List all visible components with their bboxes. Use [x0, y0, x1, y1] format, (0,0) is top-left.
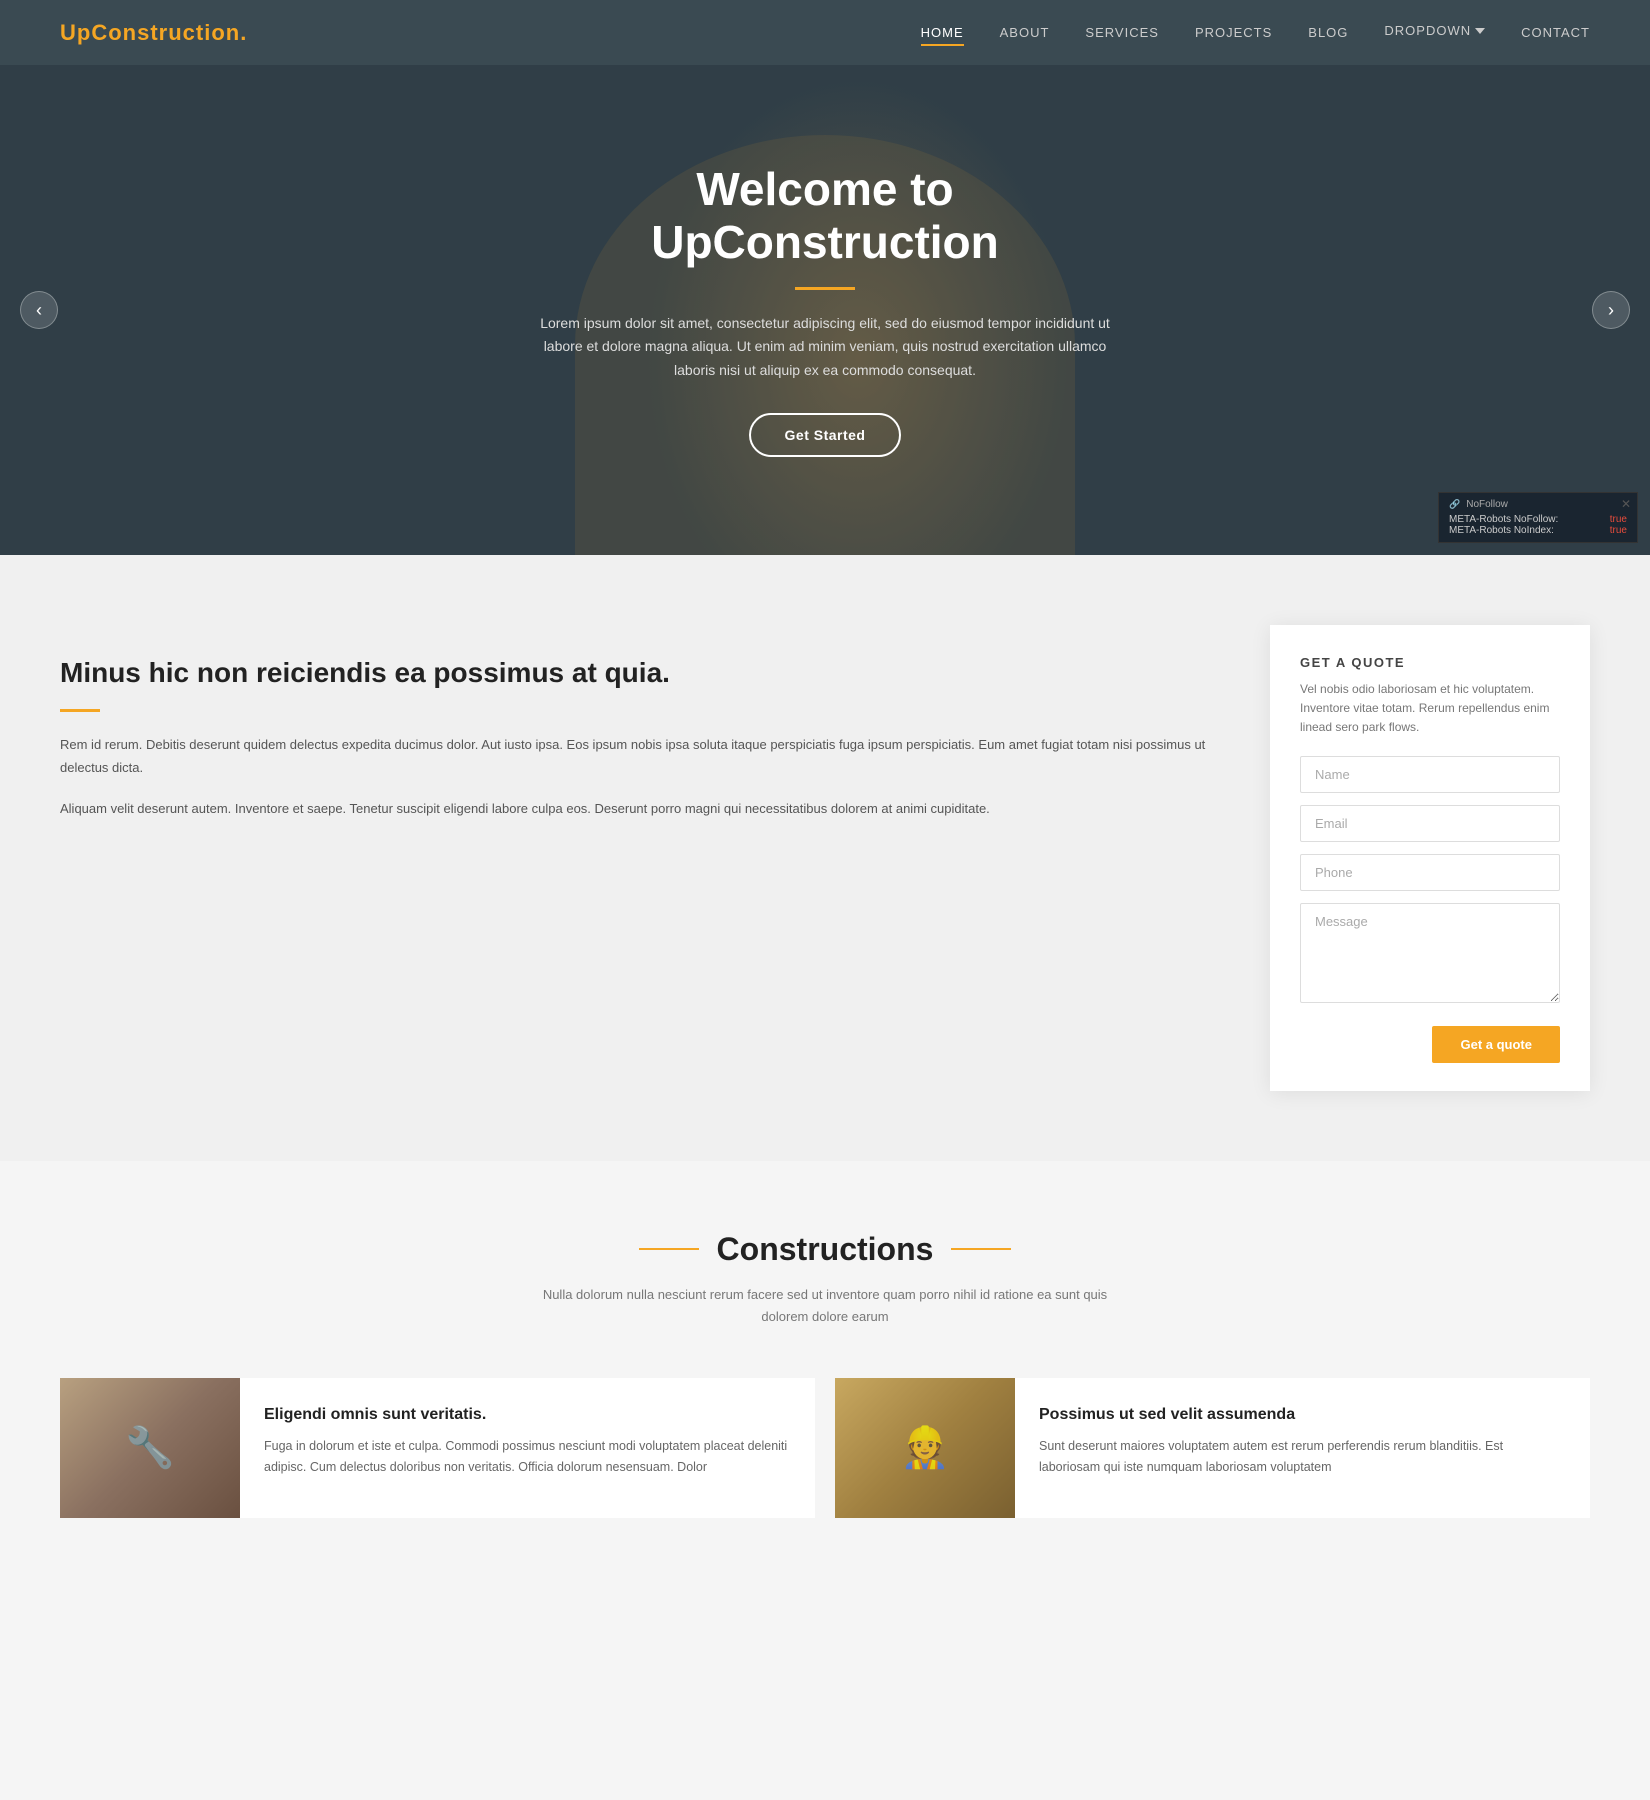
nav-item-home[interactable]: HOME: [921, 24, 964, 42]
navbar: UpConstruction. HOME ABOUT SERVICES PROJ…: [0, 0, 1650, 65]
left-divider: [60, 709, 100, 712]
nav-link-contact[interactable]: CONTACT: [1521, 25, 1590, 44]
nav-link-blog[interactable]: BLOG: [1308, 25, 1348, 44]
left-para1: Rem id rerum. Debitis deserunt quidem de…: [60, 734, 1210, 780]
left-para2: Aliquam velit deserunt autem. Inventore …: [60, 798, 1210, 821]
logo-dot: .: [240, 20, 247, 45]
nav-item-about[interactable]: ABOUT: [1000, 24, 1050, 42]
nav-link-projects[interactable]: PROJECTS: [1195, 25, 1272, 44]
card2-title: Possimus ut sed velit assumenda: [1039, 1406, 1566, 1424]
quote-phone-input[interactable]: [1300, 854, 1560, 891]
card1-title: Eligendi omnis sunt veritatis.: [264, 1406, 791, 1424]
hero-prev-button[interactable]: ‹: [20, 291, 58, 329]
hero-content: Welcome to UpConstruction Lorem ipsum do…: [505, 163, 1145, 457]
quote-description: Vel nobis odio laboriosam et hic volupta…: [1300, 680, 1560, 738]
hero-body: Lorem ipsum dolor sit amet, consectetur …: [525, 312, 1125, 383]
hero-next-button[interactable]: ›: [1592, 291, 1630, 329]
card2-body: Sunt deserunt maiores voluptatem autem e…: [1039, 1436, 1566, 1479]
meta-badge: 🔗 NoFollow ✕ META-Robots NoFollow: true …: [1438, 492, 1638, 543]
hero-title: Welcome to UpConstruction: [525, 163, 1125, 269]
constructions-heading: Constructions: [717, 1231, 934, 1268]
card1-body: Fuga in dolorum et iste et culpa. Commod…: [264, 1436, 791, 1479]
quote-section: GET A QUOTE Vel nobis odio laboriosam et…: [1270, 625, 1590, 1091]
left-heading: Minus hic non reiciendis ea possimus at …: [60, 655, 1210, 691]
meta-row-noindex: META-Robots NoIndex: true: [1449, 525, 1627, 536]
constructions-header: Constructions: [60, 1231, 1590, 1268]
meta-row-nofollow: META-Robots NoFollow: true: [1449, 514, 1627, 525]
construction-card-2: Possimus ut sed velit assumenda Sunt des…: [835, 1378, 1590, 1518]
construction-card-1: Eligendi omnis sunt veritatis. Fuga in d…: [60, 1378, 815, 1518]
quote-heading: GET A QUOTE: [1300, 655, 1560, 670]
quote-submit-button[interactable]: Get a quote: [1432, 1026, 1560, 1063]
nav-item-services[interactable]: SERVICES: [1085, 24, 1159, 42]
quote-name-input[interactable]: [1300, 756, 1560, 793]
nav-item-contact[interactable]: CONTACT: [1521, 24, 1590, 42]
card2-text: Possimus ut sed velit assumenda Sunt des…: [1015, 1378, 1590, 1518]
quote-card: GET A QUOTE Vel nobis odio laboriosam et…: [1270, 625, 1590, 1091]
hero-divider: [795, 287, 855, 290]
chevron-down-icon: [1475, 26, 1485, 36]
cards-row: Eligendi omnis sunt veritatis. Fuga in d…: [60, 1378, 1590, 1518]
logo-text: UpConstruction: [60, 20, 240, 45]
card2-image: [835, 1378, 1015, 1518]
nav-link-about[interactable]: ABOUT: [1000, 25, 1050, 44]
middle-section: Minus hic non reiciendis ea possimus at …: [0, 555, 1650, 1161]
meta-badge-close[interactable]: ✕: [1621, 497, 1631, 511]
card1-text: Eligendi omnis sunt veritatis. Fuga in d…: [240, 1378, 815, 1518]
quote-email-input[interactable]: [1300, 805, 1560, 842]
header-line-right: [951, 1248, 1011, 1250]
nav-link-dropdown[interactable]: DROPDOWN: [1384, 23, 1485, 42]
header-line-left: [639, 1248, 699, 1250]
nav-item-projects[interactable]: PROJECTS: [1195, 24, 1272, 42]
quote-message-input[interactable]: [1300, 903, 1560, 1003]
nav-item-dropdown[interactable]: DROPDOWN: [1384, 23, 1485, 42]
nav-links: HOME ABOUT SERVICES PROJECTS BLOG DROPDO…: [921, 23, 1590, 42]
hero-cta-button[interactable]: Get Started: [749, 413, 902, 457]
card1-image: [60, 1378, 240, 1518]
constructions-section: Constructions Nulla dolorum nulla nesciu…: [0, 1161, 1650, 1568]
nav-link-services[interactable]: SERVICES: [1085, 25, 1159, 44]
constructions-subtext: Nulla dolorum nulla nesciunt rerum facer…: [535, 1284, 1115, 1328]
nav-link-home[interactable]: HOME: [921, 25, 964, 46]
left-content: Minus hic non reiciendis ea possimus at …: [60, 625, 1210, 839]
nav-item-blog[interactable]: BLOG: [1308, 24, 1348, 42]
site-logo[interactable]: UpConstruction.: [60, 20, 247, 46]
hero-section: ‹ Welcome to UpConstruction Lorem ipsum …: [0, 65, 1650, 555]
